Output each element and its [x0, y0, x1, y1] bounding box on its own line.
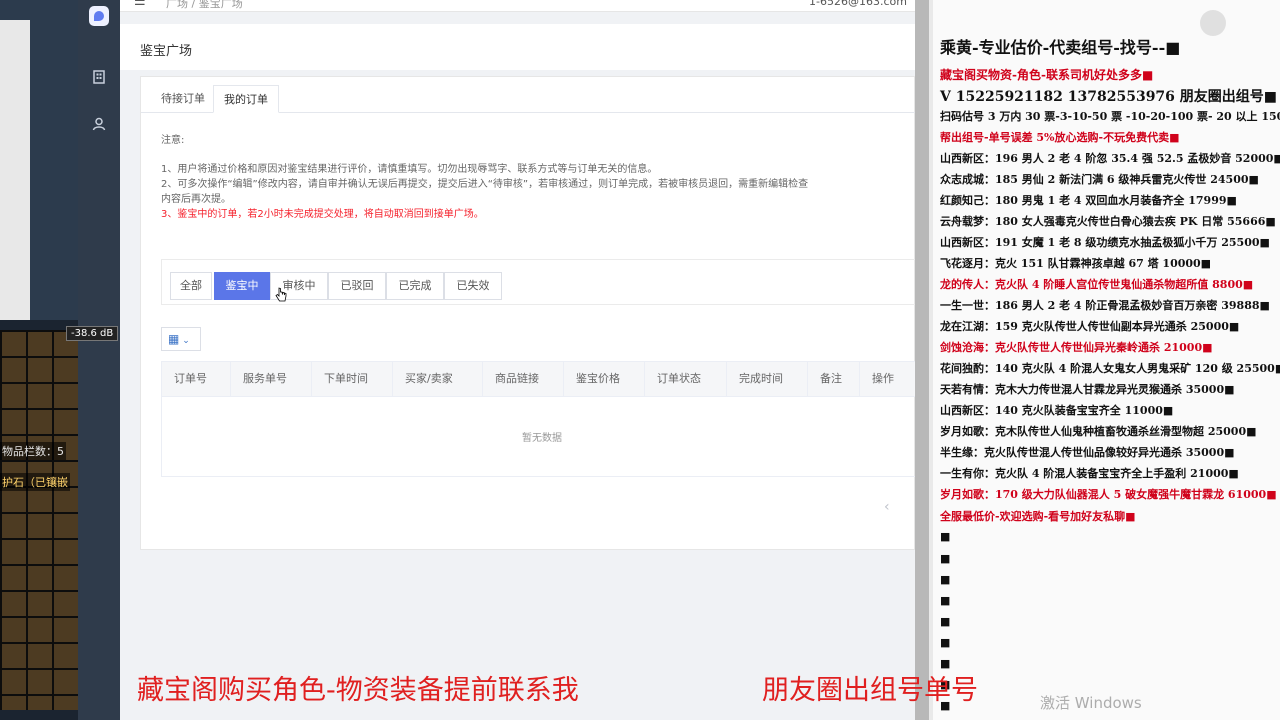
game-dialog-fragment	[0, 20, 30, 320]
tab-pending-orders[interactable]: 待接订单	[151, 85, 215, 113]
overlay-line-23: ■	[940, 530, 951, 543]
overlay-line-16: 天若有情：克木大力传世混人甘霖龙异光灵猴通杀 35000■	[940, 383, 1235, 396]
column-buyer-seller: 买家/卖家	[393, 362, 483, 396]
column-order-time: 下单时间	[312, 362, 393, 396]
order-tabs: 待接订单 我的订单	[141, 77, 915, 113]
caption-left: 藏宝阁购买角色-物资装备提前联系我	[137, 675, 579, 706]
notice-block: 注意: 1、用户将通过价格和原因对鉴宝结果进行评价，请慎重填写。切勿出现辱骂字、…	[161, 133, 915, 222]
building-icon[interactable]	[88, 68, 110, 90]
overlay-edge	[915, 0, 929, 720]
overlay-line-27: ■	[940, 615, 951, 628]
overlay-line-19: 半生缘：克火队传世混人传世仙品像较好异光通杀 35000■	[940, 446, 1235, 459]
column-order-status: 订单状态	[645, 362, 727, 396]
overlay-edge-inner	[929, 0, 933, 720]
user-icon[interactable]	[88, 115, 110, 137]
overlay-line-15: 花间独酌：140 克火队 4 阶混人女鬼女人男鬼采矿 120 级 25500■	[940, 362, 1280, 375]
overlay-line-7: 红颜知己：180 男鬼 1 老 4 双回血水月装备齐全 17999■	[940, 194, 1237, 207]
inventory-count-text: 物品栏数：5	[0, 442, 66, 460]
orders-table-body: 暂无数据	[161, 397, 915, 477]
overlay-line-22: 全服最低价-欢迎选购-看号加好友私聊■	[940, 510, 1136, 523]
overlay-line-26: ■	[940, 594, 951, 607]
overlay-line-2: V 15225921182 13782553976 朋友圈出组号■	[940, 89, 1278, 105]
orders-table-header: 订单号 服务单号 下单时间 买家/卖家 商品链接 鉴宝价格 订单状态 完成时间 …	[161, 361, 915, 397]
notice-line-2: 2、可多次操作“编辑”修改内容，请自审并确认无误后再提交，提交后进入“待审核”，…	[161, 179, 809, 190]
column-appraisal-price: 鉴宝价格	[564, 362, 645, 396]
overlay-line-11: 龙的传人：克火队 4 阶睡人宫位传世鬼仙通杀物超所值 8800■	[940, 278, 1254, 291]
stream-logo-icon	[1200, 10, 1226, 36]
breadcrumb: 广场 / 鉴宝广场	[166, 0, 243, 10]
hand-cursor-icon	[275, 287, 287, 302]
column-service-no: 服务单号	[231, 362, 312, 396]
game-window-strip: 物品栏数：5 护石（已镶嵌	[0, 0, 78, 720]
overlay-line-13: 龙在江湖：159 克火队传世人传世仙副本异光通杀 25000■	[940, 320, 1240, 333]
item-text: 护石（已镶嵌	[0, 473, 70, 491]
notice-line-3: 3、鉴宝中的订单，若2小时未完成提交处理，将自动取消回到接单广场。	[161, 209, 484, 220]
overlay-line-0: 乘黄-专业估价-代卖组号-找号--■	[940, 38, 1181, 57]
overlay-line-28: ■	[940, 636, 951, 649]
app-logo	[89, 6, 109, 26]
overlay-line-21: 岁月如歌：170 级大力队仙器混人 5 破女魔强牛魔甘霖龙 61000■	[940, 488, 1277, 501]
inventory-grid	[0, 330, 78, 710]
app-sidebar	[78, 0, 120, 720]
top-bar: ☰ 广场 / 鉴宝广场 1-6526@163.com	[120, 0, 915, 12]
windows-activation-watermark: 激活 Windows	[1040, 694, 1142, 712]
overlay-line-17: 山西新区：140 克火队装备宝宝齐全 11000■	[940, 404, 1174, 417]
filter-rejected-button[interactable]: 已驳回	[328, 272, 386, 300]
notice-line-2-cont: 内容后再次提。	[161, 194, 231, 205]
column-goods-link: 商品链接	[483, 362, 564, 396]
overlay-line-18: 岁月如歌：克木队传世人仙鬼种植畜牧通杀丝滑型物超 25000■	[940, 425, 1257, 438]
overlay-line-25: ■	[940, 573, 951, 586]
user-email[interactable]: 1-6526@163.com	[809, 0, 907, 8]
column-order-no: 订单号	[162, 362, 231, 396]
overlay-line-6: 众志成城：185 男仙 2 新法门满 6 级神兵雷克火传世 24500■	[940, 173, 1259, 186]
grid-icon: ▦	[168, 332, 180, 346]
caption-right: 朋友圈出组号单号	[762, 675, 978, 706]
overlay-line-5: 山西新区：196 男人 2 老 4 阶忽 35.4 强 52.5 孟极妙音 52…	[940, 152, 1280, 165]
overlay-line-3: 扫码估号 3 万内 30 票-3-10-50 票 -10-20-100 票- 2…	[940, 110, 1280, 123]
notice-heading: 注意:	[161, 135, 185, 146]
filter-completed-button[interactable]: 已完成	[386, 272, 444, 300]
status-filter-bar: 全部 鉴宝中 审核中 已驳回 已完成 已失效	[161, 259, 915, 305]
page-header: 鉴宝广场	[120, 24, 915, 70]
overlay-line-24: ■	[940, 552, 951, 565]
volume-db-label: -38.6 dB	[66, 326, 119, 341]
tab-my-orders[interactable]: 我的订单	[213, 85, 279, 113]
chevron-down-icon: ⌄	[179, 336, 190, 346]
overlay-line-10: 飞花逐月：克火 151 队甘霖神孩卓越 67 塔 10000■	[940, 257, 1212, 270]
column-actions: 操作	[872, 372, 894, 385]
main-panel: ☰ 广场 / 鉴宝广场 1-6526@163.com 鉴宝广场 待接订单 我的订…	[120, 0, 915, 720]
column-settings-button[interactable]: ▦ ⌄	[161, 327, 201, 351]
overlay-line-14: 剑蚀沧海：克火队传世人传世仙异光秦岭通杀 21000■	[940, 341, 1213, 354]
column-remark: 备注	[808, 362, 860, 396]
empty-state-text: 暂无数据	[522, 433, 562, 444]
notice-line-1: 1、用户将通过价格和原因对鉴宝结果进行评价，请慎重填写。切勿出现辱骂字、联系方式…	[161, 164, 658, 175]
filter-appraising-button[interactable]: 鉴宝中	[214, 272, 270, 300]
page-title: 鉴宝广场	[140, 44, 193, 59]
overlay-line-8: 云舟载梦：180 女人强毒克火传世白骨心猿去疾 PK 日常 55666■	[940, 215, 1276, 228]
pager-prev-icon[interactable]: ‹	[884, 499, 890, 515]
overlay-line-9: 山西新区：191 女魔 1 老 8 级功绩克水抽孟极狐小千万 25500■	[940, 236, 1270, 249]
overlay-line-1: 藏宝阁买物资-角色-联系司机好处多多■	[940, 68, 1154, 82]
orders-card: 待接订单 我的订单 注意: 1、用户将通过价格和原因对鉴宝结果进行评价，请慎重填…	[140, 76, 915, 550]
filter-expired-button[interactable]: 已失效	[444, 272, 502, 300]
overlay-line-20: 一生有你：克火队 4 阶混人装备宝宝齐全上手盈利 21000■	[940, 467, 1239, 480]
overlay-line-12: 一生一世：186 男人 2 老 4 阶正骨混孟极妙音百万亲密 39888■	[940, 299, 1270, 312]
column-finish-time: 完成时间	[727, 362, 808, 396]
filter-all-button[interactable]: 全部	[170, 272, 212, 300]
overlay-line-4: 帮出组号-单号误差 5%放心选购-不玩免费代卖■	[940, 131, 1180, 144]
menu-toggle-icon[interactable]: ☰	[134, 0, 146, 9]
